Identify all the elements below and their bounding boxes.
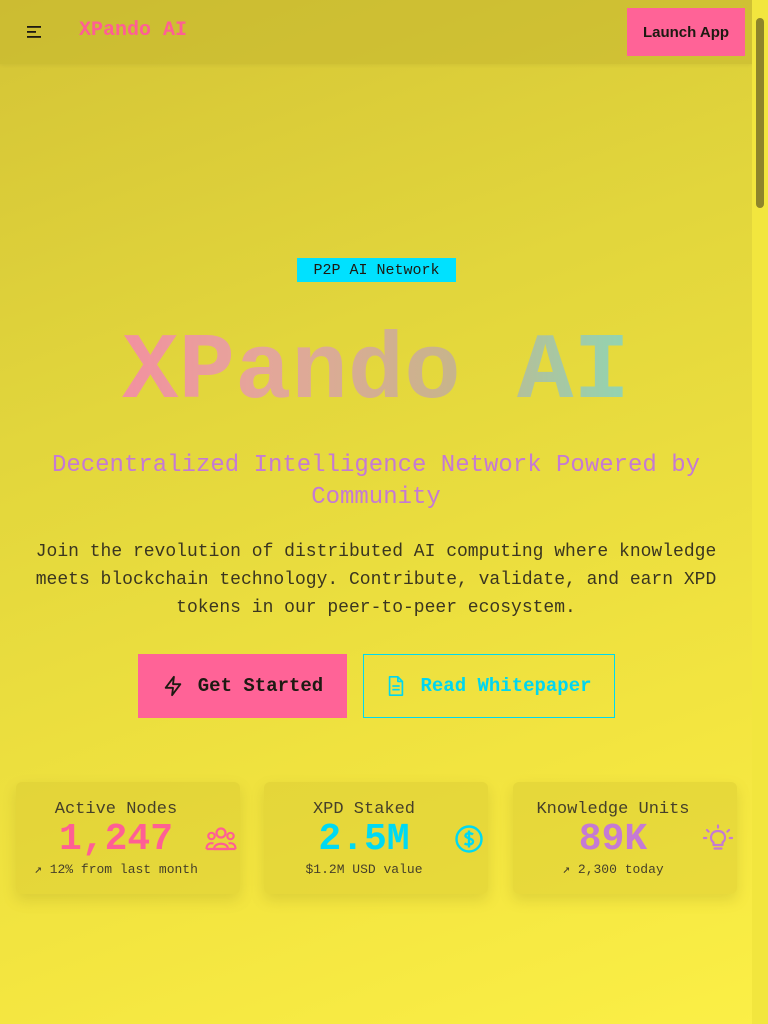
hero-subtitle: Decentralized Intelligence Network Power… [51,452,701,511]
brand-logo-text[interactable]: XPando AI [79,19,187,42]
stat-subtext: $1.2M USD value [305,862,423,877]
read-whitepaper-label: Read Whitepaper [420,675,592,697]
scrollbar-thumb[interactable] [756,18,764,208]
read-whitepaper-button[interactable]: Read Whitepaper [363,654,615,718]
stat-label: Active Nodes [54,800,178,819]
stat-card-xpd-staked: XPD Staked 2.5M $1.2M USD value [264,782,488,894]
top-navigation-bar: XPando AI Launch App [0,0,752,64]
stat-card-knowledge-units: Knowledge Units 89K ↗ 2,300 today [513,782,737,894]
get-started-button[interactable]: Get Started [138,654,347,718]
dollar-coin-icon [452,822,486,856]
get-started-label: Get Started [197,675,324,697]
network-badge: P2P AI Network [297,258,456,282]
document-icon [386,675,406,697]
lightbulb-icon [701,822,735,856]
stat-value: 1,247 [58,818,174,861]
stat-subtext: ↗ 12% from last month [34,862,198,877]
launch-app-button[interactable]: Launch App [627,8,745,56]
stat-value: 2.5M [318,818,410,861]
stat-card-active-nodes: Active Nodes 1,247 ↗ 12% from last month [16,782,240,894]
lightning-bolt-icon [162,675,184,697]
hero-description: Join the revolution of distributed AI co… [35,542,717,618]
hero-title: XPando AI [0,318,752,428]
users-group-icon [204,822,238,856]
stat-subtext: ↗ 2,300 today [562,862,664,877]
page-scrollbar[interactable] [752,0,768,1024]
stat-label: Knowledge Units [536,800,690,819]
stat-label: XPD Staked [312,800,416,819]
hamburger-menu-icon[interactable] [22,20,46,44]
stat-value: 89K [578,818,648,861]
